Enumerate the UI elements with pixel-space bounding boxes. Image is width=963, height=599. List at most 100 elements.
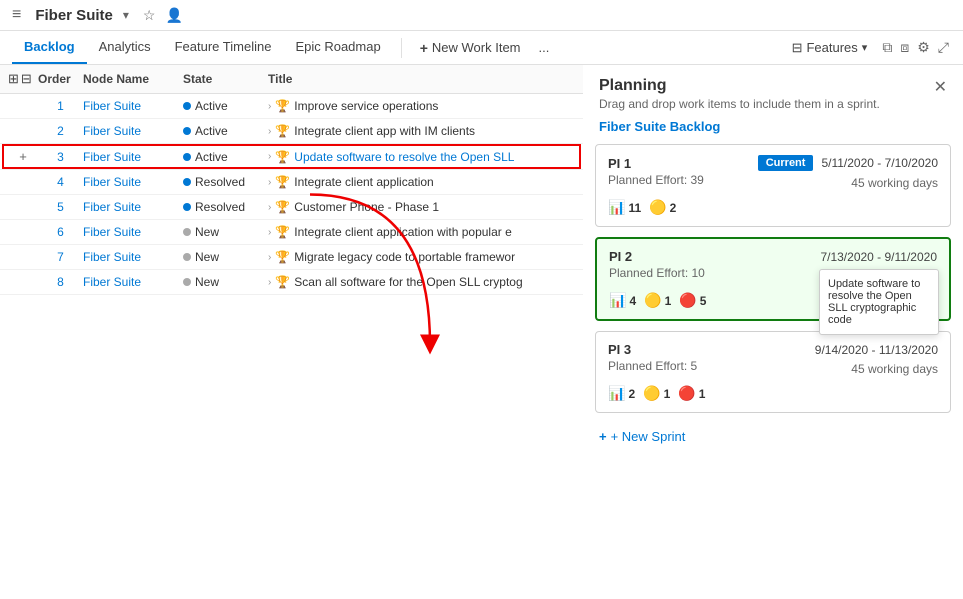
table-row-highlighted[interactable]: + 3 Fiber Suite Active › 🏆 Update softwa… (0, 144, 583, 170)
chevron-icon[interactable]: › (268, 252, 271, 263)
new-work-item-label: New Work Item (432, 40, 521, 55)
count-stories: 📊 4 (609, 292, 636, 309)
sprint-name: PI 2 (609, 249, 632, 264)
node-name-cell: Fiber Suite (83, 200, 183, 214)
sprint-name: PI 3 (608, 342, 631, 357)
chevron-icon[interactable]: › (268, 151, 271, 162)
columns-settings-button[interactable]: ⧉ (880, 37, 894, 58)
nav-backlog[interactable]: Backlog (12, 31, 87, 64)
chevron-icon[interactable]: › (268, 277, 271, 288)
state-cell: New (183, 275, 268, 289)
state-label: New (195, 275, 219, 289)
sprint-dates: 9/14/2020 - 11/13/2020 (815, 343, 938, 357)
state-dot (183, 253, 191, 261)
new-sprint-button[interactable]: + + New Sprint (595, 423, 951, 450)
planning-close-button[interactable]: ✕ (934, 77, 947, 97)
row-order: 5 (38, 200, 83, 214)
row-order: 8 (38, 275, 83, 289)
title-cell: › 🏆 Integrate client application with po… (268, 225, 575, 239)
nav-right-actions: ⊟ Features ▾ ⧉ ⧈ ⚙ ⤢ (783, 35, 951, 61)
new-work-item-button[interactable]: + New Work Item (410, 34, 531, 62)
expand-button[interactable]: ⤢ (936, 37, 951, 58)
chevron-icon[interactable]: › (268, 227, 271, 238)
title-cell: › 🏆 Improve service operations (268, 99, 575, 113)
node-name-cell: Fiber Suite (83, 124, 183, 138)
table-row[interactable]: 7 Fiber Suite New › 🏆 Migrate legacy cod… (0, 245, 583, 270)
state-header: State (183, 72, 268, 86)
state-dot (183, 228, 191, 236)
node-name-cell: Fiber Suite (83, 275, 183, 289)
state-label: New (195, 225, 219, 239)
title-cell: › 🏆 Integrate client application (268, 175, 575, 189)
new-sprint-label: + New Sprint (611, 429, 686, 444)
planning-panel: Planning Drag and drop work items to inc… (583, 65, 963, 584)
settings-button[interactable]: ⚙ (915, 37, 932, 58)
table-row[interactable]: 5 Fiber Suite Resolved › 🏆 Customer Phon… (0, 195, 583, 220)
table-row[interactable]: 2 Fiber Suite Active › 🏆 Integrate clien… (0, 119, 583, 144)
trophy-icon: 🏆 (275, 124, 290, 138)
chevron-icon[interactable]: › (268, 126, 271, 137)
count-stories: 📊 11 (608, 199, 641, 216)
tasks-icon: 🟡 (644, 292, 661, 309)
count-bugs: 🔴 1 (678, 385, 705, 402)
state-cell: New (183, 225, 268, 239)
title-text: Integrate client application with popula… (294, 225, 511, 239)
table-row[interactable]: 8 Fiber Suite New › 🏆 Scan all software … (0, 270, 583, 295)
nav-epic-roadmap[interactable]: Epic Roadmap (283, 31, 392, 64)
nav-analytics[interactable]: Analytics (87, 31, 163, 64)
minus-icon[interactable]: ⊟ (21, 71, 32, 87)
table-row[interactable]: 6 Fiber Suite New › 🏆 Integrate client a… (0, 220, 583, 245)
state-label: Active (195, 124, 228, 138)
chevron-down-icon[interactable]: ▾ (123, 8, 129, 22)
title-cell: › 🏆 Scan all software for the Open SLL c… (268, 275, 575, 289)
add-icon[interactable]: ⊞ (8, 71, 19, 87)
count-num: 4 (629, 294, 636, 308)
title-cell: › 🏆 Integrate client app with IM clients (268, 124, 575, 138)
trophy-icon: 🏆 (275, 175, 290, 189)
title-cell: › 🏆 Customer Phone - Phase 1 (268, 200, 575, 214)
planning-body: Fiber Suite Backlog PI 1 Current 5/11/20… (583, 119, 963, 584)
state-dot (183, 178, 191, 186)
menu-icon[interactable]: ≡ (12, 6, 21, 24)
tasks-icon: 🟡 (643, 385, 660, 402)
sprint-card-pi2[interactable]: PI 2 7/13/2020 - 9/11/2020 Planned Effor… (595, 237, 951, 321)
row-order: 6 (38, 225, 83, 239)
drag-tooltip: Update software to resolve the Open SLL … (819, 269, 939, 335)
table-body: 1 Fiber Suite Active › 🏆 Improve service… (0, 94, 583, 295)
node-name-header: Node Name (83, 72, 183, 86)
chevron-icon[interactable]: › (268, 202, 271, 213)
main-content: ⊞ ⊟ Order Node Name State Title 1 Fiber … (0, 65, 963, 584)
planning-subtitle: Drag and drop work items to include them… (599, 97, 880, 111)
person-icon[interactable]: 👤 (165, 7, 182, 24)
table-row[interactable]: 1 Fiber Suite Active › 🏆 Improve service… (0, 94, 583, 119)
state-cell: Active (183, 124, 268, 138)
nav-feature-timeline[interactable]: Feature Timeline (163, 31, 284, 64)
state-dot (183, 153, 191, 161)
table-add-header[interactable]: ⊞ ⊟ (8, 71, 38, 87)
features-button[interactable]: ⊟ Features ▾ (783, 35, 877, 61)
state-label: Active (195, 150, 228, 164)
chevron-icon[interactable]: › (268, 101, 271, 112)
count-num: 1 (665, 294, 672, 308)
count-num: 1 (664, 387, 671, 401)
sprint-card-pi3[interactable]: PI 3 9/14/2020 - 11/13/2020 Planned Effo… (595, 331, 951, 413)
sprint-card-pi1[interactable]: PI 1 Current 5/11/2020 - 7/10/2020 Plann… (595, 144, 951, 227)
stories-icon: 📊 (608, 199, 625, 216)
chevron-icon[interactable]: › (268, 177, 271, 188)
row-add-icon[interactable]: + (8, 149, 38, 164)
state-label: New (195, 250, 219, 264)
planning-header: Planning Drag and drop work items to inc… (583, 65, 963, 119)
nav-divider (401, 38, 402, 58)
filter-button[interactable]: ⧈ (898, 37, 911, 58)
row-order: 2 (38, 124, 83, 138)
state-dot (183, 203, 191, 211)
title-text: Integrate client app with IM clients (294, 124, 475, 138)
star-icon[interactable]: ☆ (143, 7, 156, 24)
sprint-effort: Planned Effort: 5 (608, 359, 697, 373)
stories-icon: 📊 (609, 292, 626, 309)
planning-title-block: Planning Drag and drop work items to inc… (599, 77, 880, 111)
more-button[interactable]: ... (531, 34, 558, 61)
trophy-icon: 🏆 (275, 225, 290, 239)
row-order: 4 (38, 175, 83, 189)
table-row[interactable]: 4 Fiber Suite Resolved › 🏆 Integrate cli… (0, 170, 583, 195)
